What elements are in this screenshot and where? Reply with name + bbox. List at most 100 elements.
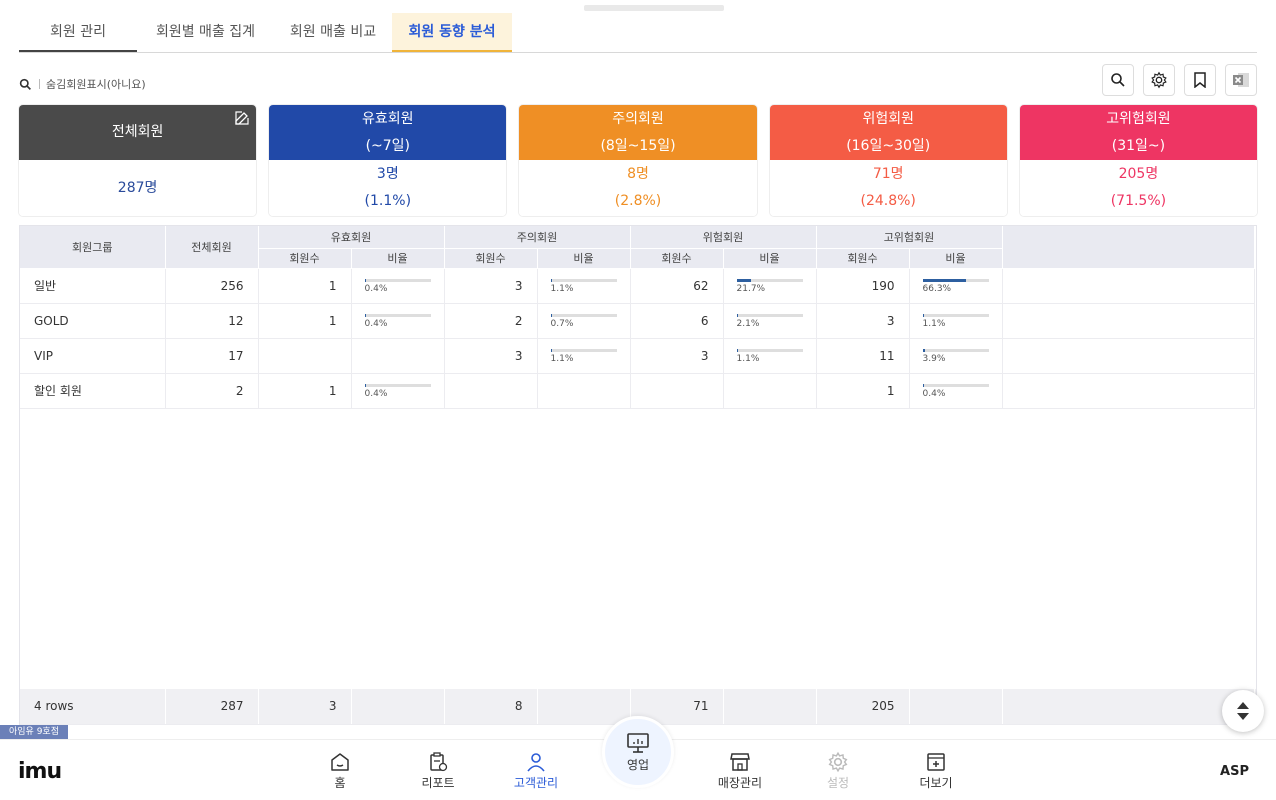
cell-member-group: 일반: [20, 268, 166, 304]
card-head: 위험회원 (16일~30일): [769, 105, 1007, 160]
bookmark-icon: [1194, 72, 1206, 88]
nav-more[interactable]: 더보기: [906, 750, 966, 791]
ratio-bar-fill: [736, 314, 738, 317]
ratio-bar-fill: [550, 314, 552, 317]
nav-home[interactable]: 홈: [310, 750, 370, 791]
table-row[interactable]: VIP 17 3 1.1% 3 1.1% 11 3.9%: [20, 338, 1255, 374]
cell-ratio: 66.3%: [909, 268, 1003, 304]
asp-label: ASP: [1220, 764, 1249, 779]
cell-count: [444, 373, 538, 409]
tab-member-sales-compare[interactable]: 회원 매출 비교: [274, 13, 392, 52]
header-count[interactable]: 회원수: [258, 248, 352, 269]
table-row[interactable]: 일반 256 1 0.4% 3 1.1% 62 21.7% 190 66.3%: [20, 268, 1255, 304]
nav-sales[interactable]: 영업: [602, 716, 674, 788]
ratio-bar-track: [550, 279, 617, 282]
card-title: 전체회원: [111, 124, 164, 140]
sales-icon: [627, 732, 649, 753]
ratio-bar-fill: [922, 279, 967, 282]
nav-settings[interactable]: 설정: [808, 750, 868, 791]
nav-label: 설정: [826, 776, 850, 790]
table-row[interactable]: GOLD 12 1 0.4% 2 0.7% 6 2.1% 3 1.1%: [20, 303, 1255, 339]
ratio-bar-fill: [736, 349, 738, 352]
tab-bar: 회원 관리 회원별 매출 집계 회원 매출 비교 회원 동향 분석: [19, 13, 1257, 53]
card-caution-members[interactable]: 주의회원 (8일~15일) 8명 (2.8%): [519, 105, 757, 216]
search-button[interactable]: [1102, 64, 1134, 96]
card-subtitle: (8일~15일): [600, 137, 676, 154]
settings-button[interactable]: [1143, 64, 1175, 96]
card-count: 8명: [627, 166, 649, 182]
header-member-group[interactable]: 회원그룹: [20, 226, 166, 269]
header-ratio[interactable]: 비율: [537, 248, 631, 269]
card-percent: (24.8%): [860, 193, 916, 209]
nav-customer[interactable]: 고객관리: [506, 750, 566, 791]
footer-count-caution: 8: [444, 689, 538, 725]
cell-spacer: [1002, 373, 1255, 409]
card-all-members[interactable]: 전체회원 287명: [19, 105, 257, 216]
nav-label: 매장관리: [717, 776, 763, 790]
nav-report[interactable]: 리포트: [408, 750, 468, 791]
settings-icon: [828, 751, 848, 773]
ratio-label: 0.7%: [550, 319, 574, 329]
cell-total: 256: [165, 268, 259, 304]
card-percent: (2.8%): [614, 193, 662, 209]
excel-export-button[interactable]: [1225, 64, 1257, 96]
cell-ratio: 3.9%: [909, 338, 1003, 374]
ratio-label: 66.3%: [922, 284, 952, 294]
header-total-members[interactable]: 전체회원: [165, 226, 259, 269]
footer-ratio-empty: [723, 689, 817, 725]
report-icon: [430, 752, 448, 772]
search-icon: [1111, 73, 1125, 87]
cell-ratio: 0.4%: [909, 373, 1003, 409]
header-ratio[interactable]: 비율: [723, 248, 817, 269]
ratio-label: 1.1%: [550, 284, 574, 294]
tab-member-sales-summary[interactable]: 회원별 매출 집계: [137, 13, 274, 52]
card-count: 205명: [1118, 166, 1159, 182]
filter-divider: [39, 79, 40, 89]
cell-ratio: 1.1%: [909, 303, 1003, 339]
nav-label: 홈: [334, 776, 346, 790]
cell-count: 1: [258, 373, 352, 409]
card-head: 유효회원 (~7일): [269, 105, 507, 160]
card-subtitle: (16일~30일): [846, 137, 931, 154]
cell-ratio: [537, 373, 631, 409]
header-spacer: [1002, 226, 1255, 269]
nav-store[interactable]: 매장관리: [710, 750, 770, 791]
member-trend-grid[interactable]: 회원그룹 전체회원 유효회원 주의회원 위험회원 고위험회원 회원수 비율 회원…: [19, 225, 1257, 725]
header-ratio[interactable]: 비율: [909, 248, 1003, 269]
cell-count: 1: [816, 373, 910, 409]
ratio-label: 0.4%: [922, 389, 946, 399]
table-row[interactable]: 할인 회원 2 1 0.4% 1 0.4%: [20, 373, 1255, 409]
filter-summary[interactable]: 숨김회원표시(아니요): [19, 76, 146, 92]
card-high-risk-members[interactable]: 고위험회원 (31일~) 205명 (71.5%): [1019, 105, 1258, 216]
cell-count: [630, 373, 724, 409]
ratio-label: 1.1%: [550, 354, 574, 364]
sort-arrows-icon: [1237, 702, 1249, 720]
header-count[interactable]: 회원수: [444, 248, 538, 269]
cell-member-group: 할인 회원: [20, 373, 166, 409]
card-risk-members[interactable]: 위험회원 (16일~30일) 71명 (24.8%): [769, 105, 1007, 216]
card-active-members[interactable]: 유효회원 (~7일) 3명 (1.1%): [269, 105, 507, 216]
edit-icon[interactable]: [234, 110, 250, 126]
header-count[interactable]: 회원수: [816, 248, 910, 269]
header-ratio[interactable]: 비율: [351, 248, 445, 269]
scroll-toggle-button[interactable]: [1222, 690, 1264, 732]
ratio-bar-track: [364, 314, 431, 317]
cell-count: 1: [258, 303, 352, 339]
tab-member-management[interactable]: 회원 관리: [19, 13, 137, 52]
card-title: 고위험회원: [1106, 110, 1171, 127]
card-count: 3명: [376, 166, 399, 182]
tab-member-trend-analysis[interactable]: 회원 동향 분석: [392, 13, 512, 52]
card-body: 3명 (1.1%): [269, 160, 507, 216]
footer-spacer: [1002, 689, 1255, 725]
header-count[interactable]: 회원수: [630, 248, 724, 269]
cell-count: 62: [630, 268, 724, 304]
store-badge: 아임유 9호점: [0, 725, 68, 739]
ratio-bar-fill: [364, 314, 366, 317]
grid-table: 회원그룹 전체회원 유효회원 주의회원 위험회원 고위험회원 회원수 비율 회원…: [20, 226, 1255, 409]
bookmark-button[interactable]: [1184, 64, 1216, 96]
grid-body: 일반 256 1 0.4% 3 1.1% 62 21.7% 190 66.3% GOLD 12 1 0.4…: [20, 268, 1255, 409]
card-title: 유효회원: [362, 110, 414, 127]
header-group-risk: 위험회원: [630, 226, 817, 249]
cell-count: 3: [444, 338, 538, 374]
card-percent: (71.5%): [1110, 193, 1167, 209]
